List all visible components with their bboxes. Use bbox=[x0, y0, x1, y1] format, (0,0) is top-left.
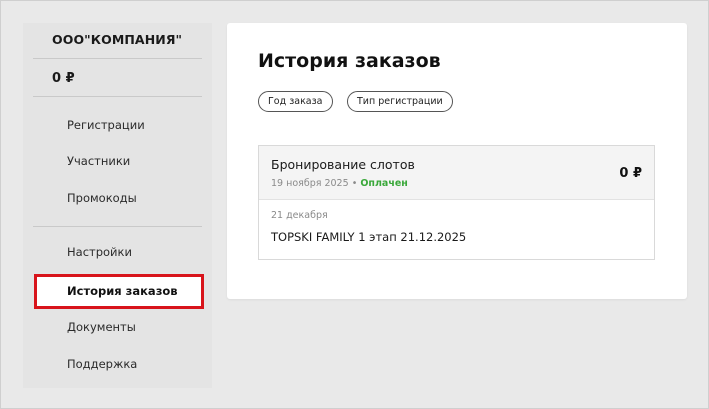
order-item-date: 21 декабря bbox=[271, 210, 328, 221]
order-header: Бронирование слотов 19 ноября 2025 • Опл… bbox=[259, 146, 654, 200]
filter-year-button[interactable]: Год заказа bbox=[258, 91, 333, 112]
sidebar-divider bbox=[33, 96, 202, 97]
sidebar-item-registrations[interactable]: Регистрации bbox=[67, 118, 145, 132]
sidebar: ООО"КОМПАНИЯ" 0 ₽ Регистрации Участники … bbox=[23, 23, 212, 388]
sidebar-item-support[interactable]: Поддержка bbox=[67, 357, 137, 371]
sidebar-item-documents[interactable]: Документы bbox=[67, 320, 136, 334]
order-card[interactable]: Бронирование слотов 19 ноября 2025 • Опл… bbox=[258, 145, 655, 260]
app-frame: ООО"КОМПАНИЯ" 0 ₽ Регистрации Участники … bbox=[0, 0, 709, 409]
sidebar-item-order-history[interactable]: История заказов bbox=[67, 284, 178, 298]
company-name: ООО"КОМПАНИЯ" bbox=[52, 32, 183, 47]
order-amount: 0 ₽ bbox=[619, 166, 642, 181]
sidebar-divider bbox=[33, 226, 202, 227]
order-date: 19 ноября 2025 bbox=[271, 178, 349, 189]
sidebar-divider bbox=[33, 58, 202, 59]
main-panel: История заказов Год заказа Тип регистрац… bbox=[227, 23, 687, 299]
order-name: Бронирование слотов bbox=[271, 157, 415, 172]
filter-registration-type-button[interactable]: Тип регистрации bbox=[347, 91, 453, 112]
order-meta: 19 ноября 2025 • Оплачен bbox=[271, 178, 408, 189]
page-title: История заказов bbox=[258, 50, 441, 72]
sidebar-item-participants[interactable]: Участники bbox=[67, 154, 130, 168]
sidebar-item-promocodes[interactable]: Промокоды bbox=[67, 191, 137, 205]
order-item-title: TOPSKI FAMILY 1 этап 21.12.2025 bbox=[271, 230, 467, 244]
meta-separator: • bbox=[351, 178, 358, 189]
sidebar-item-settings[interactable]: Настройки bbox=[67, 245, 132, 259]
account-balance: 0 ₽ bbox=[52, 71, 75, 86]
status-badge: Оплачен bbox=[360, 178, 408, 189]
